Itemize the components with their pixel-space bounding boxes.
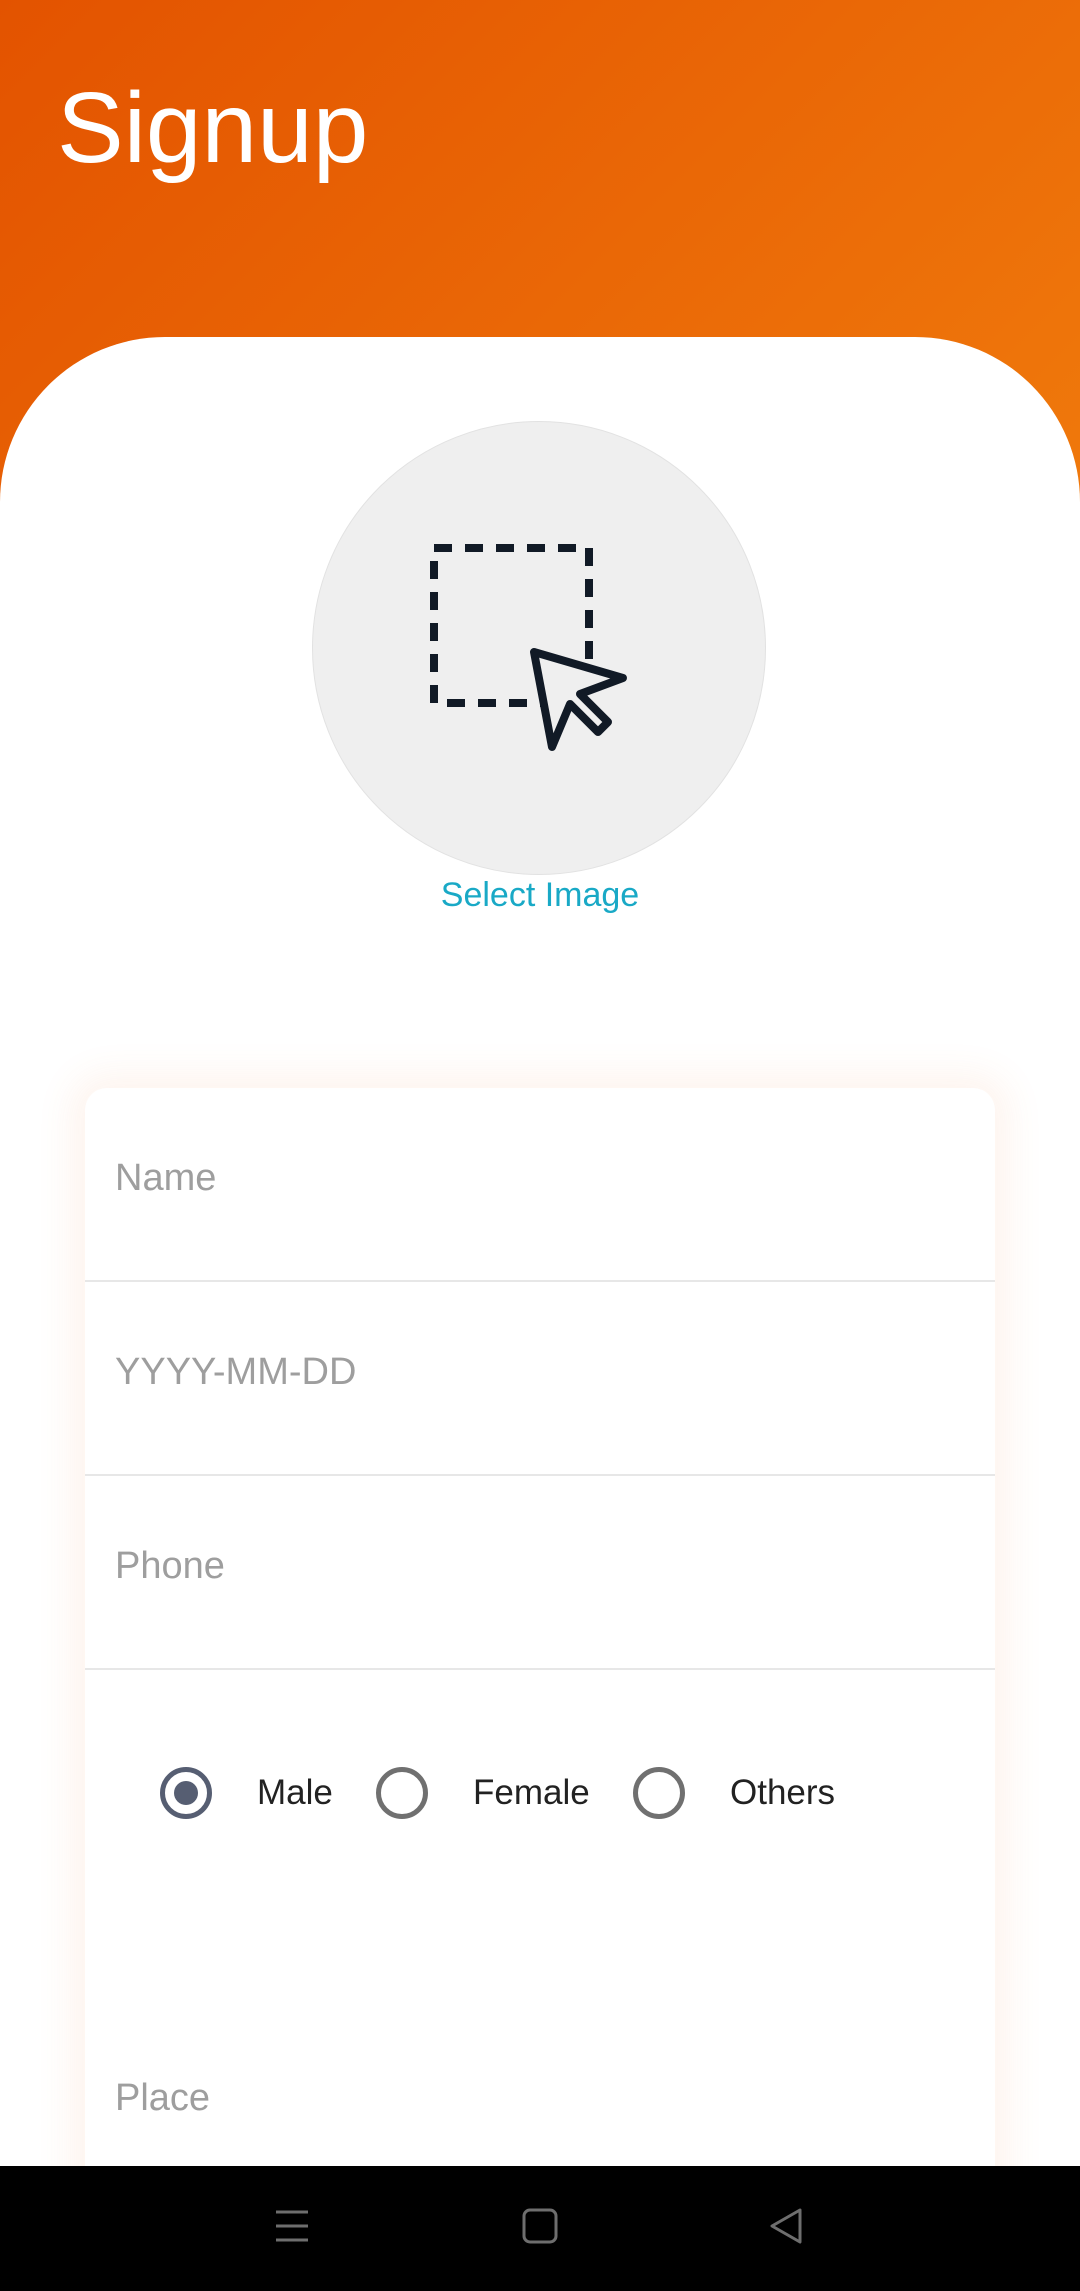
radio-male[interactable]: [160, 1767, 212, 1819]
radio-label-male: Male: [257, 1773, 333, 1812]
select-image-link[interactable]: Select Image: [0, 876, 1080, 915]
phone-input[interactable]: [115, 1536, 965, 1596]
radio-label-others: Others: [730, 1773, 836, 1812]
dob-field-row: [85, 1282, 995, 1476]
avatar-picker[interactable]: [312, 421, 766, 875]
back-icon[interactable]: [766, 2206, 806, 2246]
select-area-cursor-icon: [430, 544, 627, 751]
gender-option-female[interactable]: Female: [376, 1748, 590, 1838]
place-field-row: [85, 1988, 995, 2182]
system-navigation-bar: [0, 2166, 1080, 2291]
gender-option-male[interactable]: Male: [160, 1748, 333, 1838]
home-icon[interactable]: [520, 2206, 560, 2246]
name-field-row: [85, 1088, 995, 1282]
phone-field-row: [85, 1476, 995, 1670]
radio-label-female: Female: [473, 1773, 590, 1812]
gender-option-others[interactable]: Others: [633, 1748, 835, 1838]
name-input[interactable]: [115, 1148, 965, 1208]
radio-others[interactable]: [633, 1767, 685, 1819]
menu-icon[interactable]: [272, 2206, 312, 2246]
signup-form-card: Male Female Others: [85, 1088, 995, 2208]
gender-radio-group: Male Female Others: [85, 1748, 995, 1838]
dob-input[interactable]: [115, 1342, 965, 1402]
page-title: Signup: [57, 72, 369, 184]
radio-female[interactable]: [376, 1767, 428, 1819]
place-input[interactable]: [115, 2068, 965, 2128]
